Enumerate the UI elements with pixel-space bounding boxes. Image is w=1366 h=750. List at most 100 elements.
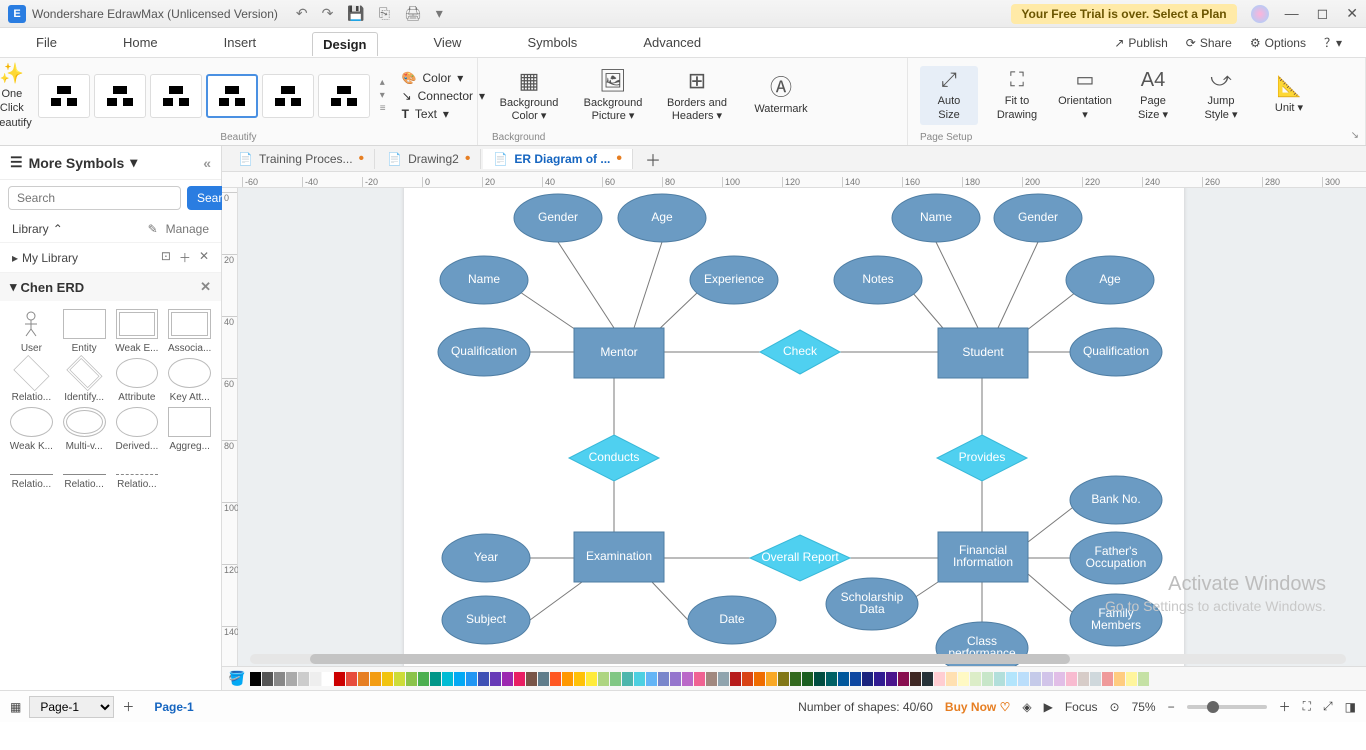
pin-icon[interactable]: ⊡	[161, 249, 171, 266]
pagesetup-launcher-icon[interactable]: ↘	[1351, 130, 1359, 141]
zoom-slider[interactable]	[1187, 705, 1267, 709]
library-label[interactable]: Library	[12, 222, 49, 236]
color-swatch[interactable]	[490, 672, 501, 686]
color-swatch[interactable]	[910, 672, 921, 686]
document-tab[interactable]: 📄Drawing2•	[377, 149, 481, 169]
shape-stencil[interactable]: Relatio...	[112, 456, 163, 490]
shape-stencil[interactable]: Relatio...	[59, 456, 110, 490]
shape-stencil[interactable]: Relatio...	[6, 358, 57, 403]
print-icon[interactable]: 🖨	[404, 5, 422, 22]
add-page-icon[interactable]: ＋	[122, 698, 134, 715]
section-close-icon[interactable]: ✕	[200, 279, 211, 295]
focus-button[interactable]: Focus	[1065, 700, 1098, 714]
color-swatch[interactable]	[622, 672, 633, 686]
bg-picture-button[interactable]: 🖼Background Picture ▾	[576, 67, 650, 124]
color-swatch[interactable]	[610, 672, 621, 686]
color-swatch[interactable]	[898, 672, 909, 686]
color-swatch[interactable]	[274, 672, 285, 686]
trial-banner[interactable]: Your Free Trial is over. Select a Plan	[1011, 4, 1236, 24]
shape-stencil[interactable]: Key Att...	[164, 358, 215, 403]
theme-thumb-5[interactable]	[262, 74, 314, 118]
color-swatch[interactable]	[706, 672, 717, 686]
color-swatch[interactable]	[598, 672, 609, 686]
color-swatch[interactable]	[802, 672, 813, 686]
color-swatch[interactable]	[382, 672, 393, 686]
color-swatch[interactable]	[742, 672, 753, 686]
color-swatch[interactable]	[646, 672, 657, 686]
fit-width-icon[interactable]: ⛶	[1303, 699, 1311, 714]
menu-publish[interactable]: ↗ Publish	[1114, 36, 1167, 50]
minimize-icon[interactable]: —	[1285, 5, 1299, 22]
canvas[interactable]: GenderAgeNameExperienceQualificationName…	[238, 188, 1366, 666]
side-panel-icon[interactable]: ◨	[1345, 700, 1356, 714]
color-swatch[interactable]	[1102, 672, 1113, 686]
orientation-button[interactable]: ▭Orientation ▾	[1056, 68, 1114, 123]
color-swatch[interactable]	[1042, 672, 1053, 686]
color-swatch[interactable]	[826, 672, 837, 686]
color-swatch[interactable]	[310, 672, 321, 686]
color-swatch[interactable]	[502, 672, 513, 686]
scrollbar-thumb[interactable]	[310, 654, 1070, 664]
zoom-in-icon[interactable]: ＋	[1279, 698, 1291, 715]
connector-dropdown[interactable]: ↘Connector ▾	[402, 89, 485, 103]
shape-stencil[interactable]: Associa...	[164, 309, 215, 354]
shape-stencil[interactable]: User	[6, 309, 57, 354]
qat-more-icon[interactable]: ▾	[436, 5, 443, 22]
color-swatch[interactable]	[1054, 672, 1065, 686]
color-swatch[interactable]	[430, 672, 441, 686]
color-swatch[interactable]	[838, 672, 849, 686]
color-swatch[interactable]	[322, 672, 333, 686]
color-swatch[interactable]	[946, 672, 957, 686]
mylibrary-label[interactable]: My Library	[22, 251, 78, 265]
shape-stencil[interactable]: Weak K...	[6, 407, 57, 452]
jump-style-button[interactable]: ⤻Jump Style ▾	[1192, 68, 1250, 123]
theme-thumb-6[interactable]	[318, 74, 370, 118]
color-swatch[interactable]	[262, 672, 273, 686]
color-swatch[interactable]	[1018, 672, 1029, 686]
theme-thumb-2[interactable]	[94, 74, 146, 118]
shape-stencil[interactable]: Relatio...	[6, 456, 57, 490]
shape-stencil[interactable]: Entity	[59, 309, 110, 354]
color-swatch[interactable]	[250, 672, 261, 686]
theme-next-icon[interactable]: ▾	[380, 90, 386, 101]
borders-headers-button[interactable]: ⊞Borders and Headers ▾	[660, 67, 734, 124]
library-expand-icon[interactable]: ⌃	[53, 222, 63, 236]
color-swatch[interactable]	[658, 672, 669, 686]
color-swatch[interactable]	[754, 672, 765, 686]
redo-icon[interactable]: ↷	[322, 5, 334, 22]
menu-symbols[interactable]: Symbols	[517, 31, 587, 54]
color-swatch[interactable]	[442, 672, 453, 686]
color-swatch[interactable]	[1066, 672, 1077, 686]
theme-thumb-3[interactable]	[150, 74, 202, 118]
maximize-icon[interactable]: ◻	[1317, 5, 1329, 22]
shape-stencil[interactable]: Derived...	[112, 407, 163, 452]
color-swatch[interactable]	[1114, 672, 1125, 686]
color-swatch[interactable]	[1006, 672, 1017, 686]
color-swatch[interactable]	[730, 672, 741, 686]
color-dropdown[interactable]: 🎨Color ▾	[402, 71, 485, 85]
panel-menu-icon[interactable]: ☰	[10, 154, 23, 171]
add-icon[interactable]: ＋	[179, 249, 191, 266]
one-click-beautify-button[interactable]: ✨ One Click Beautify	[0, 61, 32, 130]
page-grid-icon[interactable]: ▦	[10, 700, 21, 714]
color-swatch[interactable]	[550, 672, 561, 686]
present-icon[interactable]: ▶	[1044, 700, 1053, 714]
page-select[interactable]: Page-1	[29, 696, 114, 718]
color-swatch[interactable]	[1126, 672, 1137, 686]
color-swatch[interactable]	[958, 672, 969, 686]
save-icon[interactable]: 💾	[347, 5, 364, 22]
mylibrary-expand-icon[interactable]: ▸	[12, 251, 18, 265]
color-swatch[interactable]	[334, 672, 345, 686]
fit-drawing-button[interactable]: ⛶Fit to Drawing	[988, 68, 1046, 123]
paint-bucket-icon[interactable]: 🪣	[228, 670, 245, 687]
menu-advanced[interactable]: Advanced	[633, 31, 711, 54]
color-swatch[interactable]	[418, 672, 429, 686]
color-swatch[interactable]	[370, 672, 381, 686]
color-swatch[interactable]	[934, 672, 945, 686]
color-swatch[interactable]	[346, 672, 357, 686]
shape-stencil[interactable]: Aggreg...	[164, 407, 215, 452]
color-swatch[interactable]	[850, 672, 861, 686]
unit-button[interactable]: 📐Unit ▾	[1260, 75, 1318, 116]
close-icon[interactable]: ✕	[1346, 5, 1358, 22]
page-size-button[interactable]: A4Page Size ▾	[1124, 68, 1182, 123]
